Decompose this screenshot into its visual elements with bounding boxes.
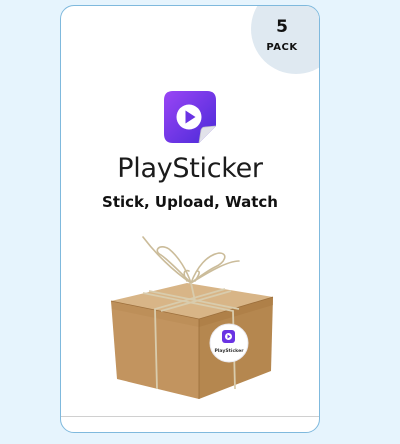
brand-name: PlaySticker	[117, 153, 263, 184]
gift-card: 5 PACK PlaySticker Stick, Upload, Watch	[60, 5, 320, 433]
parcel-image: PlaySticker	[110, 236, 274, 399]
pack-badge	[251, 6, 319, 74]
pack-count: 5	[276, 17, 288, 37]
sticker-brand-text: PlaySticker	[214, 348, 244, 354]
pack-label: PACK	[266, 42, 298, 53]
card-divider	[61, 416, 319, 417]
tagline: Stick, Upload, Watch	[102, 193, 278, 211]
play-sticker-icon	[164, 91, 217, 144]
